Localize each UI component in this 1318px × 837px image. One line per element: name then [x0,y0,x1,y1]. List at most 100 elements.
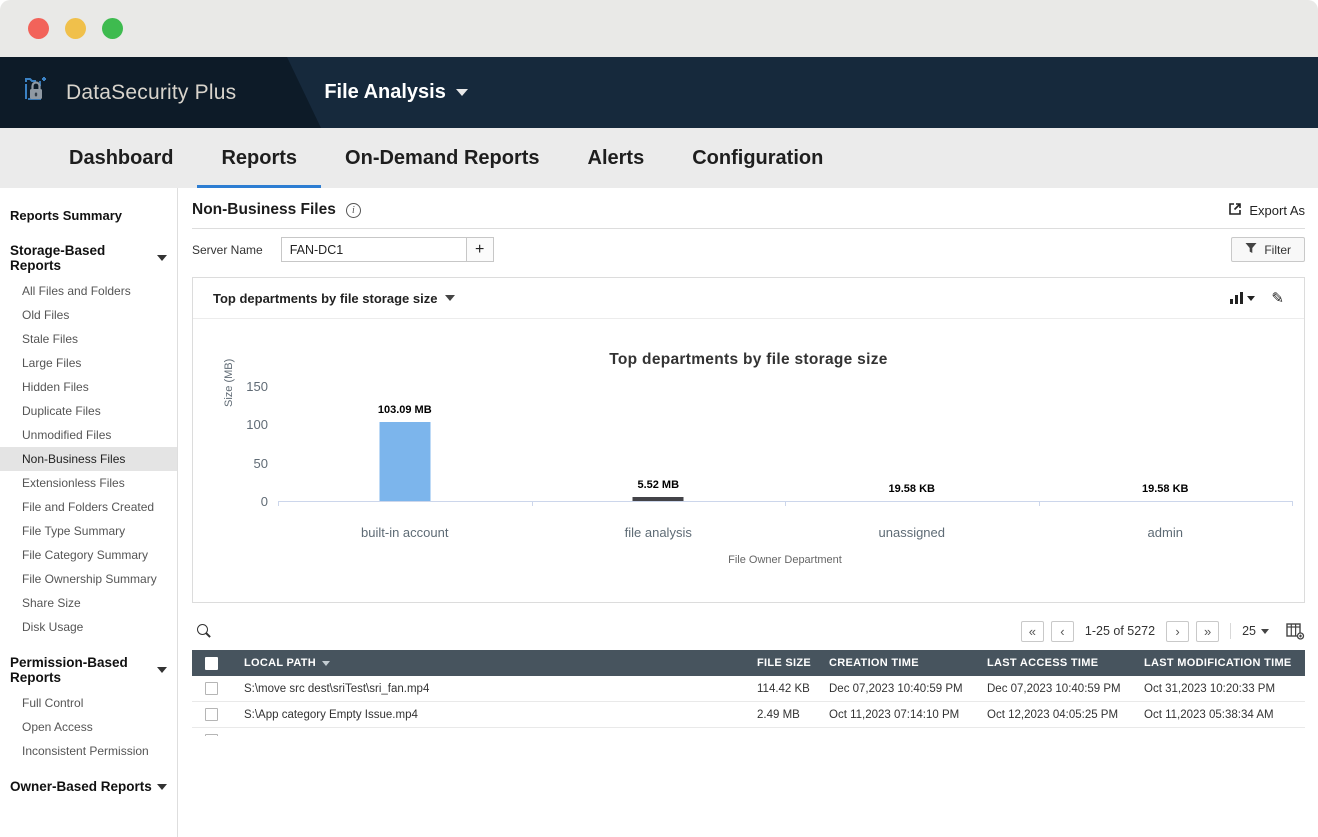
chart-category-slot: 103.09 MB [278,386,532,501]
x-axis-title: File Owner Department [278,554,1292,566]
window-titlebar [0,0,1318,57]
table-row: S:\move src dest\sriTest\sri_fan.mp4 114… [192,676,1305,702]
sidebar-item-extensionless-files[interactable]: Extensionless Files [0,471,177,495]
cell-file-size: 114.42 KB [757,683,829,695]
tab-configuration[interactable]: Configuration [668,128,847,188]
x-axis-tick [785,501,786,506]
filter-button[interactable]: Filter [1231,237,1305,262]
prev-page-button[interactable]: ‹ [1051,621,1074,642]
tab-reports[interactable]: Reports [197,128,321,188]
select-all-checkbox[interactable] [205,657,218,670]
app-header: DataSecurity Plus File Analysis [0,57,1318,128]
cell-last-modification-time: Oct 11,2023 05:38:34 AM [1144,709,1305,721]
cell-last-modification-time: Oct 31,2023 10:20:33 PM [1144,683,1305,695]
x-axis-category-label: file analysis [532,525,786,540]
sidebar-item-file-and-folders-created[interactable]: File and Folders Created [0,495,177,519]
column-header-last-modification-time[interactable]: LAST MODIFICATION TIME [1144,657,1305,669]
chart-bar[interactable] [633,497,684,501]
sidebar-item-unmodified-files[interactable]: Unmodified Files [0,423,177,447]
column-chooser-icon[interactable] [1286,623,1305,640]
chart-plot-area: 050100150103.09 MB5.52 MB19.58 KB19.58 K… [278,386,1292,502]
row-checkbox[interactable] [205,682,218,695]
tab-dashboard[interactable]: Dashboard [45,128,197,188]
x-axis-tick [532,501,533,506]
export-icon [1228,202,1242,219]
tab-on-demand-reports[interactable]: On-Demand Reports [321,128,563,188]
column-header-local-path[interactable]: LOCAL PATH [244,657,757,669]
sidebar-item-all-files-and-folders[interactable]: All Files and Folders [0,279,177,303]
x-axis-category-labels: built-in accountfile analysisunassigneda… [278,525,1292,540]
chart-category-slot: 19.58 KB [1039,386,1293,501]
sidebar-section-owner-based[interactable]: Owner-Based Reports [0,769,177,800]
bar-value-label: 19.58 KB [889,483,935,495]
info-icon[interactable]: i [346,203,361,218]
chart-selector-dropdown[interactable]: Top departments by file storage size [213,291,455,306]
x-axis-category-label: built-in account [278,525,532,540]
edit-chart-icon[interactable]: ✎ [1271,289,1284,307]
add-server-button[interactable]: + [467,237,494,262]
y-axis-tick: 50 [228,456,268,471]
sidebar-item-open-access[interactable]: Open Access [0,715,177,739]
main-nav: Dashboard Reports On-Demand Reports Aler… [0,128,1318,188]
cell-local-path: S:\move src dest\sriTest\sri_fan.mp4 [244,683,757,695]
x-axis-tick [1039,501,1040,506]
sidebar-item-inconsistent-permission[interactable]: Inconsistent Permission [0,739,177,763]
sidebar-item-stale-files[interactable]: Stale Files [0,327,177,351]
column-header-creation-time[interactable]: CREATION TIME [829,657,987,669]
close-window-icon[interactable] [28,18,49,39]
x-axis-tick [278,501,279,506]
sidebar-item-non-business-files[interactable]: Non-Business Files [0,447,177,471]
brand: DataSecurity Plus [0,74,236,111]
toolbar-separator [1230,623,1231,639]
first-page-button[interactable]: « [1021,621,1044,642]
last-page-button[interactable]: » [1196,621,1219,642]
chart-panel: Top departments by file storage size ✎ T… [192,277,1305,603]
cell-creation-time: Dec 07,2023 10:40:59 PM [829,683,987,695]
row-checkbox[interactable] [205,708,218,721]
table-row-partial [192,728,1305,736]
next-page-button[interactable]: › [1166,621,1189,642]
sidebar-item-full-control[interactable]: Full Control [0,691,177,715]
sidebar-item-reports-summary[interactable]: Reports Summary [0,204,177,227]
title-divider [192,228,1305,229]
module-selector[interactable]: File Analysis [324,81,468,104]
chevron-down-icon [1261,629,1269,634]
sidebar-item-share-size[interactable]: Share Size [0,591,177,615]
sidebar-item-file-category-summary[interactable]: File Category Summary [0,543,177,567]
app-logo-icon [22,74,54,111]
table-row: S:\App category Empty Issue.mp4 2.49 MB … [192,702,1305,728]
chevron-down-icon [157,255,167,261]
sort-caret-icon [322,661,330,666]
x-axis-category-label: unassigned [785,525,1039,540]
cell-creation-time: Oct 11,2023 07:14:10 PM [829,709,987,721]
page-title: Non-Business Files [192,201,336,219]
pagination: « ‹ 1-25 of 5272 › » 25 [1021,621,1305,642]
chart-bar[interactable] [379,422,430,501]
minimize-window-icon[interactable] [65,18,86,39]
sidebar-item-file-type-summary[interactable]: File Type Summary [0,519,177,543]
column-header-last-access-time[interactable]: LAST ACCESS TIME [987,657,1144,669]
sidebar-item-old-files[interactable]: Old Files [0,303,177,327]
chevron-down-icon [157,667,167,673]
server-name-input[interactable] [281,237,467,262]
sidebar-item-large-files[interactable]: Large Files [0,351,177,375]
export-as-button[interactable]: Export As [1228,202,1305,219]
page-size-selector[interactable]: 25 [1242,624,1269,638]
row-checkbox[interactable] [205,734,218,736]
cell-local-path: S:\App category Empty Issue.mp4 [244,709,757,721]
chart-type-icon[interactable] [1230,292,1255,304]
search-icon[interactable] [196,623,212,639]
column-header-file-size[interactable]: FILE SIZE [757,657,829,669]
maximize-window-icon[interactable] [102,18,123,39]
module-name: File Analysis [324,81,446,104]
sidebar-section-permission-based[interactable]: Permission-Based Reports [0,645,177,691]
app-window: DataSecurity Plus File Analysis Dashboar… [0,0,1318,837]
sidebar-item-disk-usage[interactable]: Disk Usage [0,615,177,639]
sidebar-section-storage-based[interactable]: Storage-Based Reports [0,233,177,279]
sidebar-item-duplicate-files[interactable]: Duplicate Files [0,399,177,423]
sidebar-item-hidden-files[interactable]: Hidden Files [0,375,177,399]
tab-alerts[interactable]: Alerts [564,128,669,188]
table-toolbar: « ‹ 1-25 of 5272 › » 25 [192,618,1305,644]
bar-chart: Top departments by file storage size Siz… [193,319,1304,602]
sidebar-item-file-ownership-summary[interactable]: File Ownership Summary [0,567,177,591]
